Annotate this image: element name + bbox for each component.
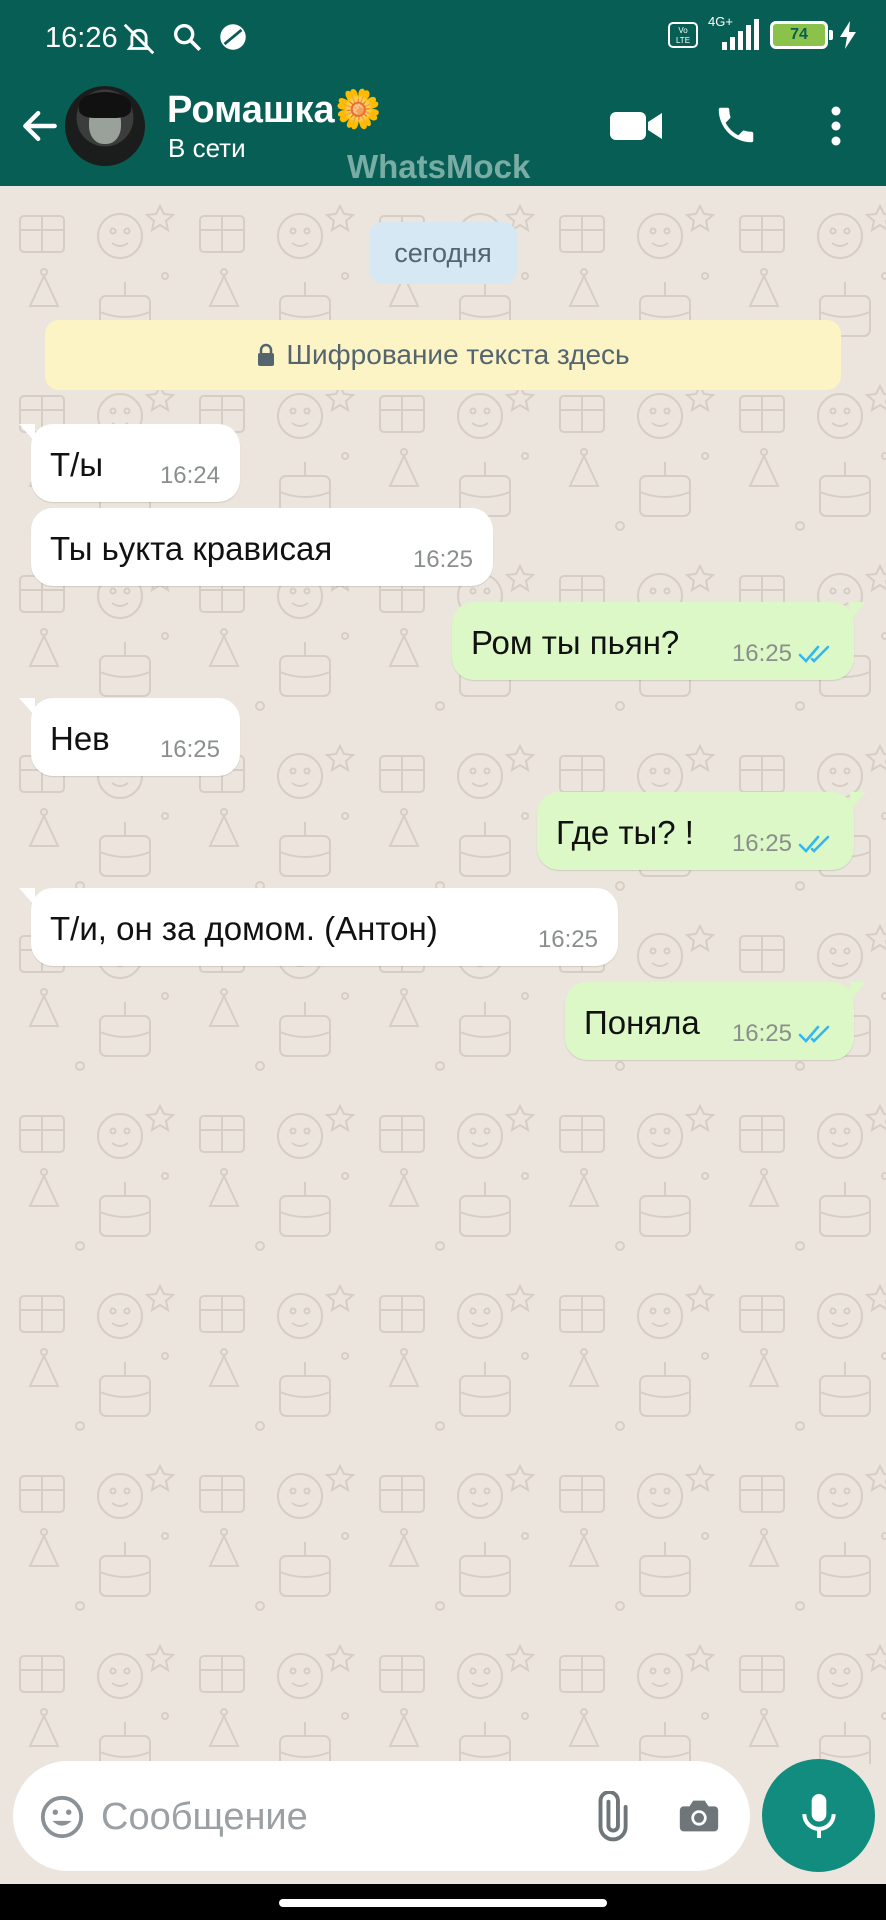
avatar-hair (79, 92, 131, 118)
contact-status: В сети (168, 133, 246, 163)
data-saver-icon (220, 24, 246, 50)
status-icons-right: Vo LTE 4G+ 74 (668, 14, 858, 52)
status-icons-left (120, 20, 250, 58)
wallpaper-pattern (0, 186, 886, 1764)
message-text: Т/ы (50, 446, 104, 483)
message-time: 16:25 (159, 736, 220, 763)
app-watermark: WhatsMock (347, 148, 531, 185)
bubble-tail (850, 792, 866, 810)
bubble-tail (850, 602, 866, 620)
attach-icon[interactable] (584, 1791, 636, 1843)
lock-icon (258, 343, 275, 366)
double-check-icon (798, 835, 830, 853)
contact-name[interactable]: Ромашка🌼 (167, 88, 382, 132)
message-text: Где ты? ! (556, 814, 694, 851)
message-time: 16:25 (731, 640, 792, 667)
svg-text:LTE: LTE (676, 36, 690, 45)
avatar[interactable] (65, 86, 145, 166)
message-text: Ром ты пьян? (471, 624, 680, 661)
battery-level: 74 (790, 26, 808, 43)
date-chip-label: сегодня (394, 237, 492, 268)
message-meta: 16:25 (538, 926, 598, 954)
bubble-tail (19, 698, 35, 716)
message-incoming[interactable]: Т/и, он за домом. (Антон) 16:25 (19, 888, 618, 966)
date-chip: сегодня (369, 222, 517, 284)
message-meta: 16:25 (160, 736, 220, 764)
message-time: 16:25 (537, 926, 598, 953)
double-check-icon (798, 645, 830, 663)
message-time: 16:25 (731, 1020, 792, 1047)
message-outgoing[interactable]: Где ты? ! 16:25 (537, 792, 866, 870)
message-meta: 16:24 (160, 462, 220, 490)
camera-icon[interactable] (675, 1793, 723, 1839)
message-outgoing[interactable]: Ром ты пьян? 16:25 (452, 602, 866, 680)
bubble-tail (19, 424, 35, 442)
charging-icon (840, 21, 856, 49)
svg-text:Vo: Vo (678, 26, 688, 35)
more-vert-icon[interactable] (822, 104, 850, 148)
message-text: Т/и, он за домом. (Антон) (50, 910, 438, 947)
message-time: 16:25 (412, 546, 473, 573)
search-icon (173, 23, 202, 52)
signal-icon (722, 19, 759, 50)
home-gesture-handle[interactable] (279, 1899, 607, 1907)
battery-icon: 74 (770, 21, 833, 49)
encryption-notice[interactable]: Шифрование текста здесь (45, 320, 841, 390)
double-check-icon (798, 1025, 830, 1043)
status-bar: 16:26 Vo LTE 4G+ 74 (0, 0, 886, 78)
emoji-icon[interactable] (39, 1794, 85, 1840)
video-call-icon[interactable] (608, 106, 664, 146)
mic-icon (801, 1793, 836, 1838)
mute-vibrate-icon (123, 23, 155, 55)
message-time: 16:25 (731, 830, 792, 857)
message-composer[interactable]: Сообщение (13, 1761, 750, 1871)
signal-block: 4G+ (708, 14, 760, 52)
message-meta: 16:25 (732, 1020, 834, 1048)
volte-icon: VoLTE (668, 22, 698, 48)
message-meta: 16:25 (732, 830, 834, 858)
bubble-tail (19, 888, 35, 906)
message-meta: 16:25 (413, 546, 473, 574)
message-incoming[interactable]: Ты ьукта крависая 16:25 (31, 508, 493, 586)
message-text: Ты ьукта крависая (50, 530, 333, 567)
message-text: Нев (50, 720, 110, 757)
message-meta: 16:25 (732, 640, 834, 668)
bubble-tail (850, 982, 866, 1000)
back-arrow-icon[interactable] (18, 104, 62, 148)
chat-area[interactable]: сегодня Шифрование текста здесь Т/ы 16:2… (0, 186, 886, 1764)
message-incoming[interactable]: Нев 16:25 (19, 698, 240, 776)
message-outgoing[interactable]: Поняла 16:25 (565, 982, 866, 1060)
message-incoming[interactable]: Т/ы 16:24 (19, 424, 240, 502)
phone-icon[interactable] (713, 102, 759, 148)
status-time: 16:26 (45, 22, 118, 54)
message-input[interactable]: Сообщение (101, 1796, 308, 1839)
mic-button[interactable] (762, 1759, 875, 1872)
message-text: Поняла (584, 1004, 700, 1041)
encryption-notice-text: Шифрование текста здесь (286, 339, 630, 370)
message-time: 16:24 (159, 462, 220, 489)
